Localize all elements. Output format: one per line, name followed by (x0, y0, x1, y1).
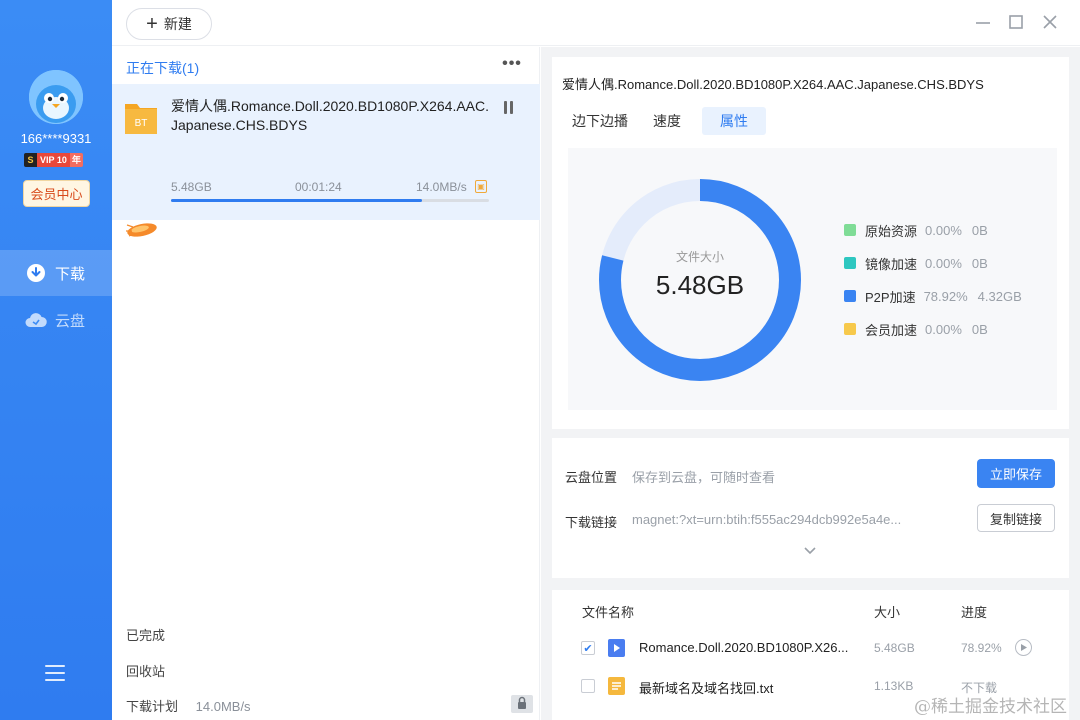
new-task-button[interactable]: + 新建 (126, 8, 212, 40)
magnet-link-value[interactable]: magnet:?xt=urn:btih:f555ac294dcb992e5a4e… (632, 512, 901, 527)
file-name-header[interactable]: 文件名称 (582, 602, 634, 621)
menu-icon[interactable] (45, 665, 65, 681)
file-checkbox[interactable] (581, 679, 595, 693)
speed-boost-icon[interactable]: ▣ (475, 180, 487, 193)
legend-percent: 0.00% (925, 255, 962, 271)
minimize-icon[interactable] (973, 12, 993, 32)
watermark: @稀土掘金技术社区 (914, 697, 1067, 717)
file-name: Romance.Doll.2020.BD1080P.X26... (639, 640, 849, 655)
file-name: 最新域名及域名找回.txt (639, 681, 774, 696)
task-time-remaining: 00:01:24 (295, 180, 342, 194)
legend-size: 0B (971, 255, 988, 271)
vip-years: 年 (69, 152, 83, 167)
tab-speed[interactable]: 速度 (635, 107, 699, 135)
file-row[interactable]: ✔ Romance.Doll.2020.BD1080P.X26... 5.48G… (552, 631, 1069, 665)
maximize-icon[interactable] (1006, 12, 1026, 32)
file-checkbox[interactable]: ✔ (581, 641, 595, 655)
play-icon[interactable] (1015, 639, 1032, 656)
copy-link-button[interactable]: 复制链接 (977, 504, 1055, 532)
user-avatar[interactable] (29, 70, 83, 124)
legend-swatch (844, 257, 856, 269)
legend-size: 0B (971, 222, 988, 238)
file-size: 5.48GB (874, 641, 915, 655)
text-file-icon (608, 677, 625, 695)
file-size-header[interactable]: 大小 (874, 602, 900, 621)
link-info-card: 云盘位置 保存到云盘，可随时查看 立即保存 下载链接 magnet:?xt=ur… (552, 438, 1069, 578)
bt-badge-text: BT (135, 118, 148, 129)
legend-percent: 78.92% (923, 288, 968, 304)
donut-center-label: 文件大小 (675, 250, 724, 264)
properties-card: 爱情人偶.Romance.Doll.2020.BD1080P.X264.AAC.… (552, 57, 1069, 429)
nav-cloud[interactable]: 云盘 (0, 297, 112, 343)
legend-p2p-accel: P2P加速 78.92% 4.32GB (844, 287, 1022, 305)
source-breakdown-chart: 文件大小 5.48GB 原始资源 0.00% 0B 镜像加速 0.00% 0B … (568, 148, 1057, 410)
new-task-label: 新建 (163, 16, 192, 32)
file-progress: 78.92% (961, 641, 1002, 655)
downloading-section-title[interactable]: 正在下载(1) (126, 58, 199, 78)
close-icon[interactable] (1040, 12, 1060, 32)
sidebar: 166****9331 S VIP 10 年 会员中心 下载 云盘 (0, 0, 112, 720)
legend-percent: 0.00% (925, 222, 962, 238)
cloud-icon (25, 309, 47, 331)
bird-avatar-icon (29, 70, 83, 124)
legend-name: 镜像加速 (865, 256, 918, 272)
nav-cloud-label: 云盘 (55, 312, 86, 330)
tab-properties[interactable]: 属性 (702, 107, 766, 135)
chevron-down-icon[interactable] (803, 544, 817, 558)
nav-download-label: 下载 (55, 265, 86, 283)
task-detail-panel: 爱情人偶.Romance.Doll.2020.BD1080P.X264.AAC.… (541, 47, 1080, 720)
legend-member-accel: 会员加速 0.00% 0B (844, 320, 988, 338)
cloud-location-label: 云盘位置 (565, 470, 618, 485)
task-progress-bar (171, 199, 489, 202)
detail-title: 爱情人偶.Romance.Doll.2020.BD1080P.X264.AAC.… (562, 77, 984, 92)
video-file-icon (608, 639, 625, 657)
pause-icon[interactable] (504, 101, 516, 115)
legend-swatch (844, 323, 856, 335)
file-size: 1.13KB (874, 679, 914, 693)
file-progress-header[interactable]: 进度 (961, 602, 987, 621)
download-link-label: 下载链接 (565, 515, 618, 530)
more-options-icon[interactable]: ••• (500, 55, 524, 73)
donut-center-value: 5.48GB (655, 270, 745, 300)
download-task-row[interactable]: BT 爱情人偶.Romance.Doll.2020.BD1080P.X264.A… (112, 84, 540, 237)
legend-original-source: 原始资源 0.00% 0B (844, 221, 988, 239)
task-progress-fill (171, 199, 423, 202)
save-now-button[interactable]: 立即保存 (977, 459, 1055, 488)
plus-icon: + (146, 13, 158, 35)
download-plan-speed: 14.0MB/s (195, 699, 251, 714)
legend-size: 4.32GB (977, 288, 1022, 304)
nav-download[interactable]: 下载 (0, 250, 112, 296)
task-name: 爱情人偶.Romance.Doll.2020.BD1080P.X264.AAC.… (171, 98, 490, 133)
legend-swatch (844, 224, 856, 236)
member-center-button[interactable]: 会员中心 (23, 180, 90, 207)
vip-level: VIP 10 (37, 152, 70, 167)
download-plan-label: 下载计划 (126, 699, 179, 714)
vip-badge: S VIP 10 年 (24, 152, 83, 167)
completed-link[interactable]: 已完成 (126, 625, 165, 644)
cloud-location-value: 保存到云盘，可随时查看 (632, 470, 776, 485)
task-size: 5.48GB (171, 180, 212, 194)
download-icon (25, 262, 47, 284)
download-plan[interactable]: 下载计划 14.0MB/s (126, 696, 251, 715)
lock-icon[interactable] (510, 692, 534, 714)
task-speed: 14.0MB/s (416, 180, 467, 194)
speed-animation-icon (124, 217, 160, 243)
tab-play-while-downloading[interactable]: 边下边播 (554, 107, 646, 135)
legend-mirror-accel: 镜像加速 0.00% 0B (844, 254, 988, 272)
topbar: + 新建 (112, 0, 1080, 46)
vip-s-mark: S (24, 152, 37, 167)
legend-name: 会员加速 (865, 322, 918, 338)
download-list-panel: 正在下载(1) ••• BT 爱情人偶.Romance.Doll.2020.BD… (112, 47, 540, 720)
bt-folder-icon: BT (124, 99, 158, 135)
legend-size: 0B (971, 321, 988, 337)
legend-name: 原始资源 (865, 223, 918, 239)
username: 166****9331 (20, 131, 92, 146)
legend-name: P2P加速 (865, 289, 916, 305)
legend-swatch (844, 290, 856, 302)
legend-percent: 0.00% (925, 321, 962, 337)
recycle-bin-link[interactable]: 回收站 (126, 661, 165, 680)
